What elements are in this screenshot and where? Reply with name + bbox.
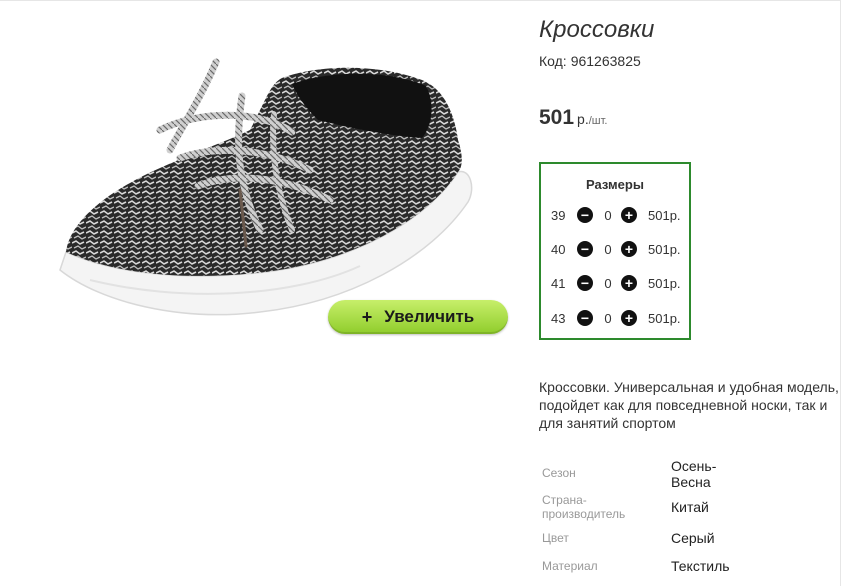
product-price: 501 р./шт. bbox=[539, 106, 608, 130]
sizes-panel: Размеры 39 − 0 + 501р. 40 − 0 + 501р. 41… bbox=[539, 162, 691, 340]
size-value: 40 bbox=[551, 242, 566, 257]
plus-icon: + bbox=[361, 306, 373, 327]
size-row: 39 − 0 + 501р. bbox=[541, 205, 691, 225]
spec-label: Сезон bbox=[542, 466, 576, 480]
spec-label: Страна-производитель bbox=[542, 493, 626, 521]
size-quantity: 0 bbox=[604, 276, 612, 291]
zoom-button[interactable]: + Увеличить bbox=[328, 300, 508, 334]
spec-value: Текстиль bbox=[671, 558, 730, 574]
size-price: 501р. bbox=[648, 208, 681, 223]
size-row: 43 − 0 + 501р. bbox=[541, 308, 691, 328]
decrease-icon[interactable]: − bbox=[577, 207, 593, 223]
spec-value: Серый bbox=[671, 530, 715, 546]
decrease-icon[interactable]: − bbox=[577, 241, 593, 257]
increase-icon[interactable]: + bbox=[621, 207, 637, 223]
product-title: Кроссовки bbox=[539, 16, 655, 43]
zoom-button-label: Увеличить bbox=[384, 307, 475, 326]
increase-icon[interactable]: + bbox=[621, 310, 637, 326]
size-price: 501р. bbox=[648, 276, 681, 291]
top-divider bbox=[0, 0, 840, 1]
right-divider bbox=[840, 0, 841, 586]
size-row: 40 − 0 + 501р. bbox=[541, 239, 691, 259]
increase-icon[interactable]: + bbox=[621, 275, 637, 291]
sizes-title: Размеры bbox=[586, 177, 644, 192]
spec-value: Китай bbox=[671, 499, 709, 515]
spec-value: Осень-Весна bbox=[671, 458, 717, 490]
product-description: Кроссовки. Универсальная и удобная модел… bbox=[539, 379, 839, 431]
price-amount: 501 bbox=[539, 106, 575, 129]
price-currency: р. bbox=[577, 111, 589, 127]
size-value: 41 bbox=[551, 276, 566, 291]
spec-label: Цвет bbox=[542, 531, 569, 545]
increase-icon[interactable]: + bbox=[621, 241, 637, 257]
size-value: 39 bbox=[551, 208, 566, 223]
size-quantity: 0 bbox=[604, 242, 612, 257]
decrease-icon[interactable]: − bbox=[577, 275, 593, 291]
size-row: 41 − 0 + 501р. bbox=[541, 273, 691, 293]
size-price: 501р. bbox=[648, 242, 681, 257]
product-code: Код: 961263825 bbox=[539, 53, 641, 69]
product-code-label: Код: bbox=[539, 53, 567, 69]
size-value: 43 bbox=[551, 311, 566, 326]
size-quantity: 0 bbox=[604, 208, 612, 223]
spec-label: Материал bbox=[542, 559, 598, 573]
product-code-value: 961263825 bbox=[570, 53, 641, 69]
price-unit: /шт. bbox=[588, 115, 608, 127]
size-quantity: 0 bbox=[604, 311, 612, 326]
decrease-icon[interactable]: − bbox=[577, 310, 593, 326]
size-price: 501р. bbox=[648, 311, 681, 326]
